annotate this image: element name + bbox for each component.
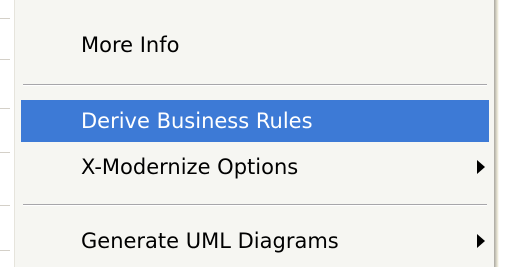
background-editor-edge (0, 0, 14, 267)
screen: More Info Derive Business Rules X-Modern… (0, 0, 505, 267)
menu-separator (23, 84, 487, 86)
background-gridline (0, 250, 10, 251)
chevron-right-icon (477, 234, 485, 248)
menu-item-label: More Info (81, 33, 180, 57)
menu-item-x-modernize-options[interactable]: X-Modernize Options (21, 146, 489, 188)
background-gridline (0, 152, 10, 153)
menu-separator (23, 204, 487, 206)
background-gridline (0, 205, 10, 206)
menu-item-generate-uml-diagrams[interactable]: Generate UML Diagrams (21, 220, 489, 262)
menu-item-label: X-Modernize Options (81, 155, 299, 179)
context-menu: More Info Derive Business Rules X-Modern… (14, 0, 495, 267)
background-gridline (0, 59, 10, 60)
menu-item-derive-business-rules[interactable]: Derive Business Rules (21, 100, 489, 142)
menu-item-label: Generate UML Diagrams (81, 229, 339, 253)
menu-shadow (494, 0, 499, 267)
menu-item-label: Derive Business Rules (81, 109, 313, 133)
chevron-right-icon (477, 160, 485, 174)
background-gridline (0, 108, 10, 109)
menu-item-more-info[interactable]: More Info (21, 24, 489, 66)
background-gridline (0, 18, 10, 19)
